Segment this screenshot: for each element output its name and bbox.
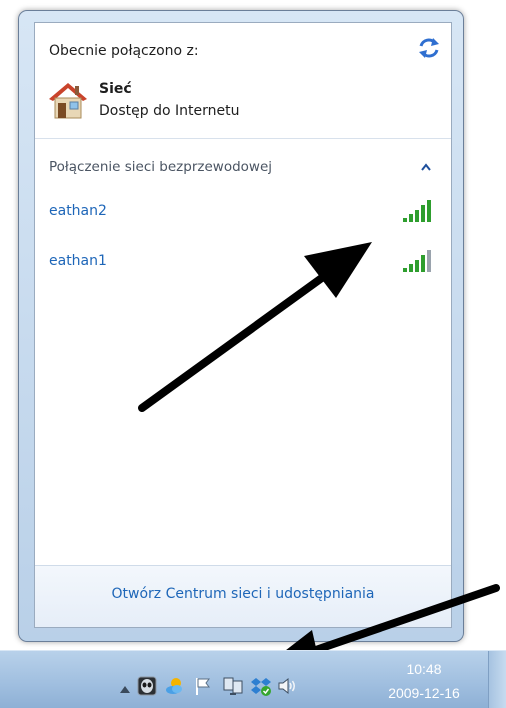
network-status: Dostęp do Internetu (99, 103, 240, 119)
clock-date: 2009-12-16 (388, 685, 460, 701)
wireless-network-name[interactable]: eathan2 (49, 203, 107, 219)
refresh-icon[interactable] (417, 37, 441, 59)
chevron-up-icon[interactable] (421, 163, 431, 171)
wireless-network-name[interactable]: eathan1 (49, 253, 107, 269)
wireless-network-item[interactable]: eathan1 (35, 239, 451, 285)
network-icon[interactable] (222, 675, 244, 697)
wireless-section-header[interactable]: Połączenie sieci bezprzewodowej (35, 139, 451, 189)
weather-icon[interactable] (164, 675, 186, 697)
alien-icon[interactable] (136, 675, 158, 697)
current-connection-section: Obecnie połączono z: Sieć Dostęp do Inte… (35, 23, 451, 139)
flyout-footer: Otwórz Centrum sieci i udostępniania (35, 565, 451, 627)
network-flyout-panel: Obecnie połączono z: Sieć Dostęp do Inte… (34, 22, 452, 628)
action-center-flag-icon[interactable] (192, 675, 214, 697)
volume-icon[interactable] (276, 675, 298, 697)
taskbar: 10:48 2009-12-16 (0, 650, 506, 708)
home-network-icon (49, 83, 87, 119)
clock-time: 10:48 (406, 661, 442, 677)
system-clock[interactable]: 10:48 2009-12-16 (364, 661, 484, 701)
show-hidden-icons-icon[interactable] (120, 685, 130, 693)
wireless-network-item[interactable]: eathan2 (35, 189, 451, 235)
open-network-center-link[interactable]: Otwórz Centrum sieci i udostępniania (35, 586, 451, 602)
current-connection-label: Obecnie połączono z: (49, 43, 199, 59)
signal-strength-icon (403, 200, 431, 222)
wireless-section-title: Połączenie sieci bezprzewodowej (49, 159, 273, 175)
show-desktop-button[interactable] (488, 651, 506, 708)
dropbox-sync-icon[interactable] (250, 675, 272, 697)
signal-strength-icon (403, 250, 431, 272)
network-name: Sieć (99, 81, 132, 97)
